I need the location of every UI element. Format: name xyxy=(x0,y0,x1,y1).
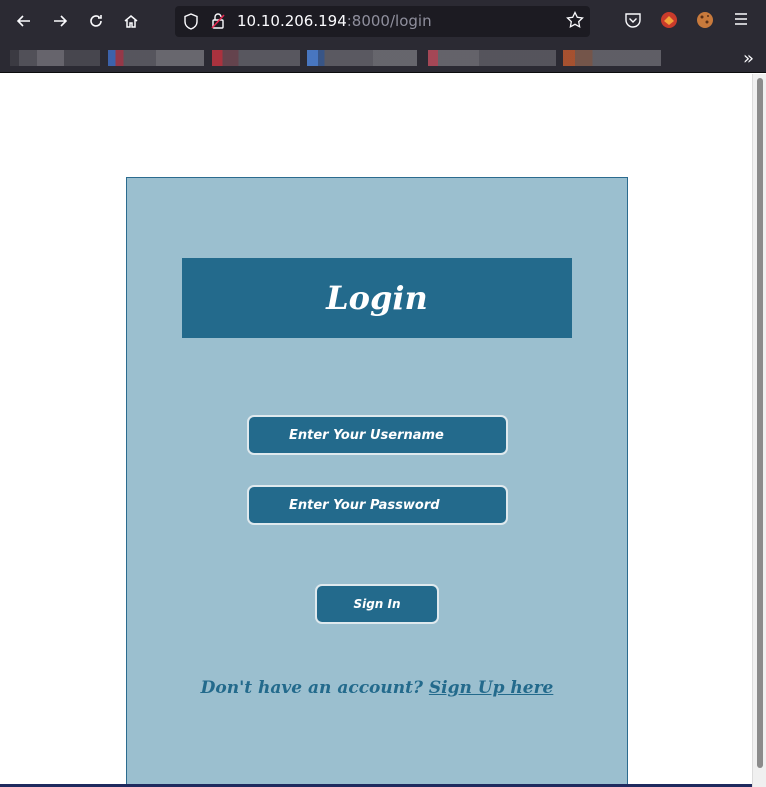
shield-icon[interactable] xyxy=(183,13,199,34)
extension-icon[interactable] xyxy=(660,11,680,31)
menu-icon[interactable] xyxy=(733,11,753,31)
star-icon[interactable] xyxy=(566,10,584,33)
bookmark-item[interactable] xyxy=(307,50,417,66)
bookmark-item[interactable] xyxy=(212,50,300,66)
login-title: Login xyxy=(326,279,428,317)
page-scrollbar[interactable] xyxy=(752,74,766,787)
lock-icon[interactable] xyxy=(210,12,226,34)
no-account-text: Don't have an account? xyxy=(200,678,423,698)
username-input[interactable] xyxy=(247,415,508,455)
bookmark-item[interactable] xyxy=(10,50,100,66)
cookie-icon[interactable] xyxy=(696,11,716,31)
login-title-box: Login xyxy=(182,258,572,338)
url-text[interactable]: 10.10.206.194:8000/login xyxy=(237,12,432,30)
overflow-chevron-icon[interactable]: » xyxy=(743,48,754,69)
bookmark-item[interactable] xyxy=(563,50,661,66)
bookmark-item[interactable] xyxy=(428,50,556,66)
browser-toolbar: 10.10.206.194:8000/login xyxy=(0,0,766,42)
bookmark-item[interactable] xyxy=(108,50,204,66)
password-input[interactable] xyxy=(247,485,508,525)
forward-icon[interactable] xyxy=(48,9,72,33)
sign-in-button[interactable]: Sign In xyxy=(315,584,439,624)
back-icon[interactable] xyxy=(12,9,36,33)
scrollbar-thumb[interactable] xyxy=(757,78,763,768)
url-bar[interactable]: 10.10.206.194:8000/login xyxy=(175,6,590,37)
sign-up-link[interactable]: Sign Up here xyxy=(429,678,553,698)
reload-icon[interactable] xyxy=(84,9,108,33)
pocket-icon[interactable] xyxy=(624,11,644,31)
bookmarks-toolbar xyxy=(0,42,766,73)
page-viewport: Login Sign In Don't have an account? Sig… xyxy=(0,74,752,787)
login-card: Login Sign In Don't have an account? Sig… xyxy=(126,177,628,787)
signup-prompt: Don't have an account? Sign Up here xyxy=(127,678,627,698)
home-icon[interactable] xyxy=(119,9,143,33)
